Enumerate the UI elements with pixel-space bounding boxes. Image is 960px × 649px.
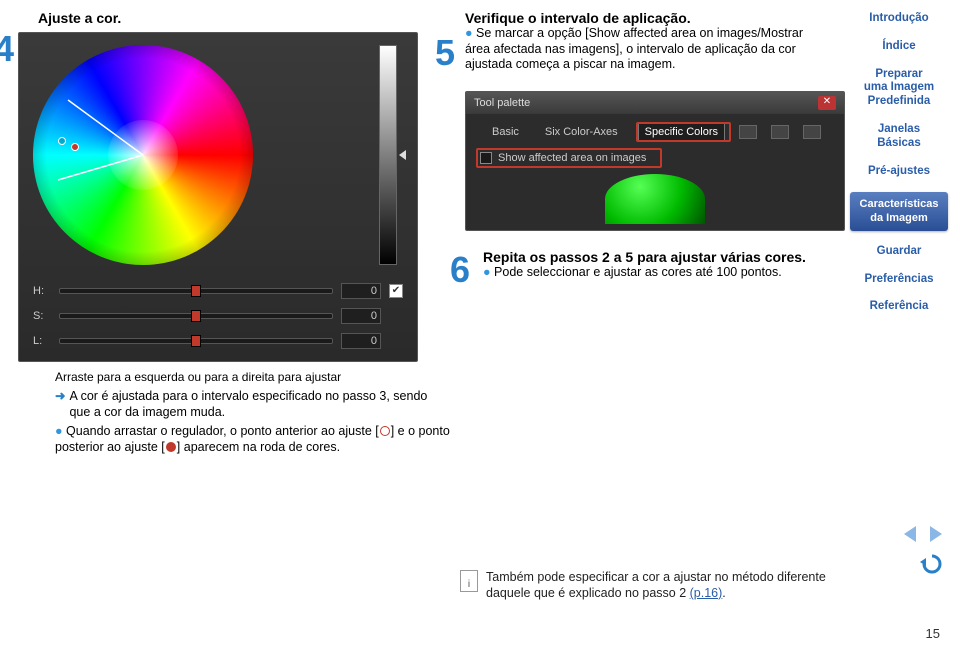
prev-page-button[interactable] — [900, 525, 920, 543]
color-wheel — [33, 45, 253, 265]
tip-icon: i — [460, 570, 478, 592]
page-number: 15 — [926, 626, 940, 641]
highlight-box-checkbox — [476, 148, 662, 168]
step-4-title: Ajuste a cor. — [38, 10, 450, 26]
l-label: L: — [33, 335, 51, 347]
sidebar-caracteristicas-active[interactable]: Características da Imagem — [850, 192, 948, 230]
s-label: S: — [33, 310, 51, 322]
s-slider[interactable] — [59, 313, 333, 319]
h-slider-row: H: 0 — [33, 278, 403, 303]
step-5-column: 5 Verifique o intervalo de aplicação. Se… — [450, 10, 850, 362]
h-value[interactable]: 0 — [341, 283, 381, 299]
sidebar-janelas[interactable]: Janelas Básicas — [850, 123, 948, 151]
sidebar-index[interactable]: Índice — [850, 40, 948, 54]
sample-green-sphere — [605, 174, 705, 224]
sidebar-preajustes[interactable]: Pré-ajustes — [850, 165, 948, 179]
sidebar-guardar[interactable]: Guardar — [850, 245, 948, 259]
back-button[interactable] — [918, 552, 942, 574]
gradient-thumb-icon — [399, 150, 406, 160]
sidebar-preferencias[interactable]: Preferências — [850, 273, 948, 287]
step-5-body: Se marcar a opção [Show affected area on… — [465, 26, 825, 73]
color-adjust-panel-screenshot: H: 0 S: 0 L: 0 — [18, 32, 418, 362]
sidebar-preparar[interactable]: Preparar uma Imagem Predefinida — [850, 68, 948, 109]
s-value[interactable]: 0 — [341, 308, 381, 324]
mini-icon-1 — [739, 125, 757, 139]
h-slider[interactable] — [59, 288, 333, 294]
l-value[interactable]: 0 — [341, 333, 381, 349]
mini-icon-2 — [771, 125, 789, 139]
footer-tip: i Também pode especificar a cor a ajusta… — [460, 570, 850, 601]
tab-six-color-axes: Six Color-Axes — [539, 123, 624, 141]
l-slider[interactable] — [59, 338, 333, 344]
step-4-number: 4 — [0, 28, 14, 70]
chapter-sidebar: Introdução Índice Preparar uma Imagem Pr… — [850, 12, 948, 314]
step-6-title: Repita os passos 2 a 5 para ajustar vári… — [483, 249, 850, 265]
h-checkbox[interactable] — [389, 284, 403, 298]
sidebar-intro[interactable]: Introdução — [850, 12, 948, 26]
step-5-number: 5 — [435, 32, 455, 74]
tool-palette-title: Tool palette — [474, 97, 530, 109]
drag-caption: Arraste para a esquerda ou para a direit… — [55, 370, 435, 384]
sidebar-referencia[interactable]: Referência — [850, 300, 948, 314]
wheel-point-before-icon — [58, 137, 66, 145]
step-5-title: Verifique o intervalo de aplicação. — [465, 10, 850, 26]
h-label: H: — [33, 285, 51, 297]
wheel-point-after-icon — [71, 143, 79, 151]
tool-palette-screenshot: Tool palette ✕ Basic Six Color-Axes Spec… — [465, 91, 845, 231]
step-6-body: Pode seleccionar e ajustar as cores até … — [483, 265, 850, 279]
result-arrow-line: ➜ A cor é ajustada para o intervalo espe… — [55, 388, 445, 421]
s-slider-row: S: 0 — [33, 303, 403, 328]
page-nav-arrows — [900, 525, 946, 543]
arrow-icon: ➜ — [55, 388, 65, 421]
next-page-button[interactable] — [926, 525, 946, 543]
tab-basic: Basic — [486, 123, 525, 141]
highlight-box-tab — [636, 122, 731, 142]
mini-icon-3 — [803, 125, 821, 139]
tip-text: Também pode especificar a cor a ajustar … — [486, 570, 826, 600]
lightness-gradient-bar — [379, 45, 397, 265]
step-6-number: 6 — [450, 249, 470, 291]
step-4-column: 4 Ajuste a cor. — [0, 10, 450, 362]
l-slider-row: L: 0 — [33, 328, 403, 353]
result-text: A cor é ajustada para o intervalo especi… — [69, 388, 445, 421]
after-point-icon — [166, 442, 176, 452]
tip-page-link[interactable]: (p.16) — [690, 586, 723, 600]
before-point-icon — [380, 426, 390, 436]
step-6-block: 6 Repita os passos 2 a 5 para ajustar vá… — [465, 249, 850, 279]
close-icon: ✕ — [818, 96, 836, 110]
wheel-selection-overlay — [33, 45, 253, 265]
regulator-bullet: Quando arrastar o regulador, o ponto ant… — [55, 423, 455, 456]
